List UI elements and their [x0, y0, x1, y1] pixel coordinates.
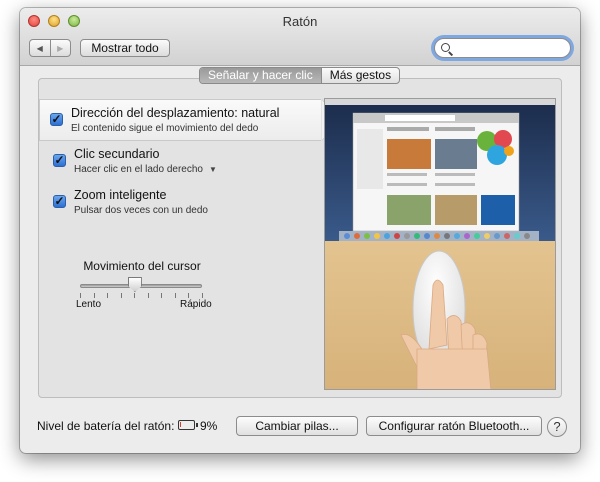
back-button[interactable]: ◀: [30, 40, 50, 56]
option-title: Clic secundario: [74, 147, 160, 161]
slider-tick: [174, 293, 176, 298]
slider-tick: [120, 293, 122, 298]
checkmark-icon: ✓: [54, 153, 65, 167]
option-smart-zoom[interactable]: ✓ Zoom inteligente Pulsar dos veces con …: [42, 182, 322, 224]
help-button[interactable]: ?: [547, 417, 567, 437]
slider-tick: [107, 293, 109, 298]
slider-tick: [202, 293, 203, 298]
forward-button[interactable]: ▶: [49, 40, 71, 56]
mouse-preferences-window: Ratón ◀ ▶ Mostrar todo Señalar y hacer c…: [20, 8, 580, 453]
smart-zoom-checkbox[interactable]: ✓: [53, 195, 66, 208]
option-scroll-direction[interactable]: ✓ Dirección del desplazamiento: natural …: [39, 99, 340, 141]
window-title: Ratón: [282, 14, 318, 29]
slider-tick: [161, 293, 163, 298]
scroll-direction-checkbox[interactable]: ✓: [50, 113, 63, 126]
slider-tick: [134, 293, 136, 298]
titlebar: Ratón ◀ ▶ Mostrar todo: [20, 8, 580, 66]
option-secondary-click[interactable]: ✓ Clic secundario Hacer clic en el lado …: [42, 141, 322, 183]
chevron-left-icon: ◀: [36, 43, 43, 53]
tab-point-and-click[interactable]: Señalar y hacer clic: [200, 68, 321, 83]
battery-percent: 9%: [200, 419, 218, 433]
show-all-button[interactable]: Mostrar todo: [80, 39, 170, 57]
checkmark-icon: ✓: [51, 112, 62, 126]
search-field[interactable]: [434, 38, 571, 58]
preview-illustration: [325, 99, 555, 389]
back-forward-group: ◀ ▶: [29, 39, 71, 57]
slider-tick: [93, 293, 95, 298]
secondary-click-checkbox[interactable]: ✓: [53, 154, 66, 167]
option-subtitle: Hacer clic en el lado derecho: [74, 164, 203, 175]
checkmark-icon: ✓: [54, 194, 65, 208]
slider-tick: [188, 293, 190, 298]
chevron-right-icon: ▶: [57, 43, 64, 53]
slider-tick: [80, 293, 81, 298]
slider-min-label: Lento: [76, 299, 102, 310]
tab-bar: Señalar y hacer clic Más gestos: [199, 67, 401, 84]
configure-bluetooth-mouse-button[interactable]: Configurar ratón Bluetooth...: [366, 416, 542, 436]
slider-max-label: Rápido: [180, 299, 212, 310]
cursor-speed-label: Movimiento del cursor: [83, 259, 201, 273]
option-title: Dirección del desplazamiento: natural: [71, 106, 280, 120]
tab-more-gestures[interactable]: Más gestos: [320, 68, 399, 83]
option-title: Zoom inteligente: [74, 188, 167, 202]
dock-graphic: [339, 231, 539, 241]
browser-window-graphic: [352, 112, 520, 232]
secondary-click-dropdown[interactable]: Hacer clic en el lado derecho ▼: [74, 164, 217, 175]
bottom-bar: Nivel de batería del ratón: 9% Cambiar p…: [20, 403, 580, 453]
battery-level-label: Nivel de batería del ratón:: [37, 419, 175, 433]
gesture-preview-video: [324, 98, 556, 390]
slider-tick: [147, 293, 149, 298]
menu-bar: [325, 99, 555, 105]
option-subtitle: El contenido sigue el movimiento del ded…: [71, 123, 259, 134]
battery-fill: [180, 422, 181, 427]
search-icon: [441, 43, 450, 52]
change-batteries-button[interactable]: Cambiar pilas...: [236, 416, 358, 436]
option-subtitle: Pulsar dos veces con un dedo: [74, 205, 208, 216]
battery-icon: [178, 420, 198, 430]
chevron-down-icon: ▼: [208, 165, 217, 174]
